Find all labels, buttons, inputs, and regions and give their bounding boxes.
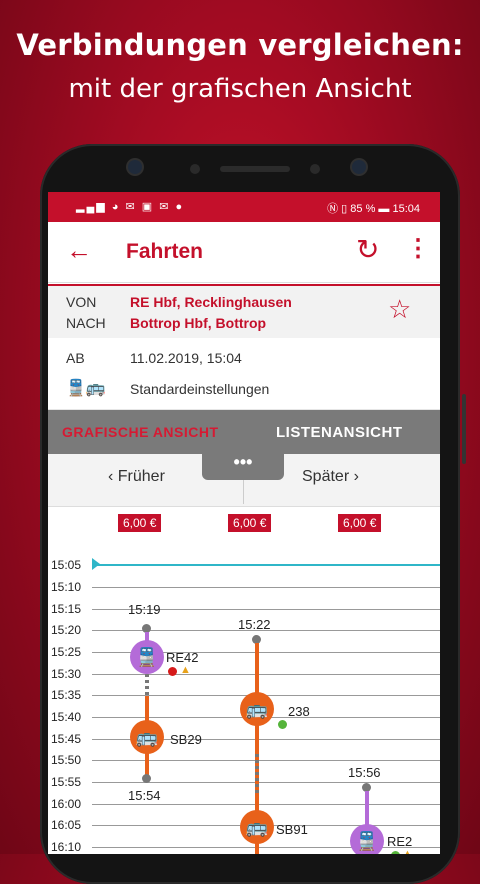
status-bar: ▂▄▆ ◕ ✉ ▣ ✉ ● Ⓝ ▯ 85 % ▬ 15:04 [48, 192, 440, 222]
departure-value: 11.02.2019, 15:04 [130, 350, 242, 366]
transfer-segment [145, 674, 149, 696]
line-name: SB29 [170, 732, 202, 747]
earpiece-speaker [220, 166, 290, 172]
time-label: 15:10 [51, 580, 82, 594]
departure-time: 15:22 [238, 617, 271, 632]
departure-time: 15:56 [348, 765, 381, 780]
from-label: VON [66, 294, 97, 310]
tab-list-view[interactable]: LISTENANSICHT [276, 424, 403, 441]
page-title: Fahrten [126, 240, 204, 263]
line-name: RE42 [166, 650, 199, 665]
train-bus-icon: 🚆🚌 [66, 380, 106, 397]
train-icon[interactable]: 🚆 [350, 824, 384, 854]
app-screen: ▂▄▆ ◕ ✉ ▣ ✉ ● Ⓝ ▯ 85 % ▬ 15:04 ← Fahrten… [48, 192, 440, 854]
time-label: 15:50 [51, 753, 82, 767]
view-tabs: GRAFISCHE ANSICHT LISTENANSICHT [48, 410, 440, 454]
line-name: RE2 [387, 834, 413, 849]
from-value: RE Hbf, Recklinghausen [130, 294, 292, 310]
later-button[interactable]: Später › [302, 468, 359, 486]
price-badge: 6,00 € [228, 514, 272, 532]
options-handle[interactable]: ••• [202, 452, 284, 480]
status-battery-time: Ⓝ ▯ 85 % ▬ 15:04 [327, 203, 420, 215]
time-label: 15:20 [51, 623, 82, 637]
settings-row[interactable]: 🚆🚌 Standardeinstellungen [48, 369, 440, 410]
to-value: Bottrop Hbf, Bottrop [130, 315, 267, 331]
front-camera-icon [128, 160, 142, 174]
status-icons: ▂▄▆ ◕ ✉ ▣ ✉ ● [76, 201, 185, 213]
time-label: 15:15 [51, 602, 82, 616]
bus-icon[interactable]: 🚌 [130, 720, 164, 754]
promo-subline: mit der grafischen Ansicht [68, 74, 412, 104]
to-label: NACH [66, 315, 106, 331]
app-bar: ← Fahrten ↻ ⋮ [48, 222, 440, 283]
route-summary[interactable]: VON RE Hbf, Recklinghausen NACH Bottrop … [48, 284, 440, 340]
favorite-star-icon[interactable]: ☆ [388, 294, 411, 325]
arrival-time: 15:54 [128, 788, 161, 803]
time-label: 15:55 [51, 775, 82, 789]
time-gridline [92, 804, 440, 805]
price-badge: 6,00 € [118, 514, 162, 532]
time-label: 15:45 [51, 732, 82, 746]
promo-headline: Verbindungen vergleichen: [16, 28, 464, 62]
warning-icon: ▲ [402, 848, 413, 854]
ok-status-dot [278, 720, 287, 729]
tab-graphic-view[interactable]: GRAFISCHE ANSICHT [62, 424, 219, 440]
time-gridline [92, 587, 440, 588]
departure-time: 15:19 [128, 602, 161, 617]
transfer-segment [255, 754, 259, 794]
alert-status-dot [168, 667, 177, 676]
time-label: 15:25 [51, 645, 82, 659]
time-label: 16:00 [51, 797, 82, 811]
time-navigation: ‹ Früher Später › ••• [48, 452, 440, 507]
price-badge: 6,00 € [338, 514, 382, 532]
back-arrow-icon[interactable]: ← [66, 236, 92, 264]
warning-icon: ▲ [180, 664, 191, 676]
bus-icon[interactable]: 🚌 [240, 692, 274, 726]
refresh-icon[interactable]: ↻ [356, 236, 379, 264]
time-label: 15:35 [51, 688, 82, 702]
iris-scanner-icon [352, 160, 366, 174]
earlier-button[interactable]: ‹ Früher [108, 468, 165, 486]
connection-end-dot [142, 774, 151, 783]
more-menu-icon[interactable]: ⋮ [406, 236, 430, 262]
current-time-line [96, 564, 440, 566]
time-label: 16:05 [51, 818, 82, 832]
sensor-icon [190, 164, 200, 174]
time-label: 15:40 [51, 710, 82, 724]
time-label: 16:10 [51, 840, 82, 854]
time-label: 15:30 [51, 667, 82, 681]
power-button [462, 394, 466, 464]
settings-value: Standardeinstellungen [130, 381, 270, 397]
sensor-icon [310, 164, 320, 174]
bus-icon[interactable]: 🚌 [240, 810, 274, 844]
time-label: 15:05 [51, 558, 82, 572]
departure-label: AB [66, 350, 85, 366]
train-icon[interactable]: 🚆 [130, 640, 164, 674]
line-name: 238 [288, 704, 310, 719]
line-name: SB91 [276, 822, 308, 837]
